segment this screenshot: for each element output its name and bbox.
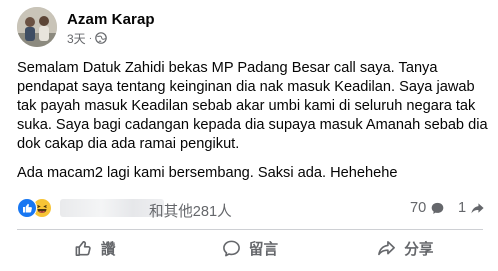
globe-icon[interactable] [95,32,107,44]
shares-count-value: 1 [458,200,467,216]
actions-divider [17,229,483,230]
reaction-icons[interactable] [17,198,57,218]
comment-button[interactable]: 留言 [172,232,327,264]
reaction-summary[interactable]: 和其他281人 [149,200,232,221]
share-button[interactable]: 分享 [328,232,483,264]
like-button[interactable]: 讚 [17,232,172,264]
post-body: Semalam Datuk Zahidi bekas MP Padang Bes… [17,59,489,183]
meta-separator: · [88,32,93,44]
post-time[interactable]: 3天 [67,30,86,47]
like-button-label: 讚 [100,241,116,258]
post-card: Azam Karap 3天 · Semalam Datuk Zahidi bek… [0,0,498,271]
share-button-label: 分享 [404,241,434,258]
avatar-photo [17,7,57,47]
comment-count-icon [431,202,444,214]
comments-count[interactable]: 70 [410,200,445,216]
reactions-row: 和其他281人 70 1 [17,197,485,221]
comment-button-label: 留言 [248,241,279,258]
share-count-icon [471,202,484,213]
author-avatar[interactable] [17,7,57,47]
post-paragraph-2: Ada macam2 lagi kami bersembang. Saksi a… [17,165,398,181]
like-icon [17,198,37,218]
author-name[interactable]: Azam Karap [67,11,155,28]
post-paragraph-1: Semalam Datuk Zahidi bekas MP Padang Bes… [17,60,488,152]
post-meta: 3天 · [67,30,107,47]
shares-count[interactable]: 1 [458,200,485,216]
thumbs-up-icon [75,240,91,256]
comments-count-value: 70 [410,200,427,216]
share-arrow-icon [378,240,396,255]
action-bar: 讚 留言 分享 [17,232,483,264]
speech-bubble-icon [222,240,240,256]
